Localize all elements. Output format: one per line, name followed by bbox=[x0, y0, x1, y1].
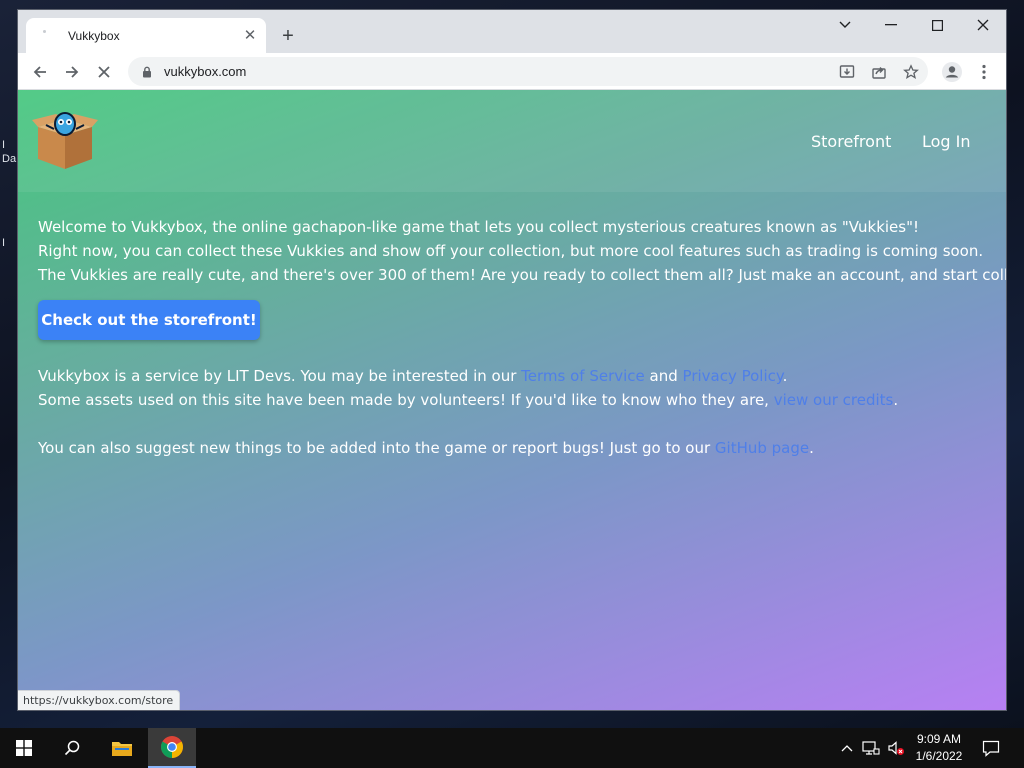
site-header: Storefront Log In bbox=[18, 90, 1006, 192]
github-link[interactable]: GitHub page bbox=[715, 439, 809, 457]
kebab-menu-icon bbox=[982, 64, 986, 80]
search-button[interactable] bbox=[48, 728, 96, 768]
terms-of-service-link[interactable]: Terms of Service bbox=[521, 367, 645, 385]
taskbar-clock[interactable]: 9:09 AM 1/6/2022 bbox=[906, 731, 972, 765]
chevron-up-icon bbox=[841, 745, 853, 752]
share-icon[interactable] bbox=[868, 61, 890, 83]
start-button[interactable] bbox=[0, 728, 48, 768]
close-icon[interactable]: ✕ bbox=[240, 26, 260, 46]
chrome-taskbar-button[interactable] bbox=[148, 728, 196, 768]
chevron-down-icon bbox=[839, 21, 851, 28]
new-tab-button[interactable]: + bbox=[277, 25, 299, 47]
link-status-bar: https://vukkybox.com/store bbox=[18, 690, 181, 710]
desktop-icon-label: I bbox=[2, 237, 6, 249]
close-icon bbox=[977, 19, 989, 31]
vukkybox-logo[interactable] bbox=[32, 111, 98, 173]
tab-title: Vukkybox bbox=[68, 28, 120, 43]
credits-line: Some assets used on this site have been … bbox=[38, 388, 998, 412]
close-icon bbox=[98, 66, 110, 78]
privacy-policy-link[interactable]: Privacy Policy bbox=[683, 367, 783, 385]
main-content: Welcome to Vukkybox, the online gachapon… bbox=[38, 215, 1006, 460]
github-line: You can also suggest new things to be ad… bbox=[38, 436, 998, 460]
page-viewport: Storefront Log In Welcome to Vukkybox, t… bbox=[18, 90, 1006, 710]
intro-line: Welcome to Vukkybox, the online gachapon… bbox=[38, 218, 920, 236]
close-window-button[interactable] bbox=[960, 10, 1006, 40]
install-app-icon[interactable] bbox=[836, 61, 858, 83]
address-bar[interactable]: vukkybox.com bbox=[128, 57, 928, 86]
profile-icon bbox=[942, 62, 962, 82]
profile-button[interactable] bbox=[938, 58, 966, 86]
credits-link[interactable]: view our credits bbox=[774, 391, 894, 409]
browser-window: Vukkybox ✕ + vukkybox.com Storefront Log… bbox=[18, 10, 1006, 710]
about-suffix: . bbox=[782, 367, 788, 385]
browser-toolbar: vukkybox.com bbox=[18, 53, 1006, 90]
desktop-icon-label: Da bbox=[2, 153, 17, 165]
notifications-button[interactable] bbox=[981, 738, 1001, 758]
about-and: and bbox=[644, 367, 683, 385]
star-icon[interactable] bbox=[900, 61, 922, 83]
intro-line: Right now, you can collect these Vukkies… bbox=[38, 242, 984, 260]
maximize-icon bbox=[931, 19, 943, 31]
tab-search-button[interactable] bbox=[822, 10, 868, 40]
intro-line: The Vukkies are really cute, and there's… bbox=[38, 266, 1006, 284]
loading-favicon-icon bbox=[40, 28, 56, 44]
credits-suffix: . bbox=[893, 391, 899, 409]
nav-storefront-link[interactable]: Storefront bbox=[811, 132, 891, 151]
show-hidden-icons-button[interactable] bbox=[837, 738, 857, 758]
about-line: Vukkybox is a service by LIT Devs. You m… bbox=[38, 364, 998, 388]
storefront-cta-button[interactable]: Check out the storefront! bbox=[38, 300, 260, 340]
github-suffix: . bbox=[809, 439, 814, 457]
lock-icon[interactable] bbox=[140, 65, 154, 79]
clock-date: 1/6/2022 bbox=[915, 749, 963, 763]
folder-icon bbox=[112, 742, 132, 756]
chat-bubble-icon bbox=[982, 740, 1000, 757]
minimize-button[interactable] bbox=[868, 10, 914, 40]
tab-strip: Vukkybox ✕ + bbox=[18, 10, 1006, 53]
windows-taskbar: 9:09 AM 1/6/2022 bbox=[0, 728, 1024, 768]
github-text: You can also suggest new things to be ad… bbox=[38, 439, 715, 457]
network-icon[interactable] bbox=[861, 738, 881, 758]
desktop-icon-label: I bbox=[2, 139, 6, 151]
stop-loading-button[interactable] bbox=[90, 58, 118, 86]
arrow-right-icon bbox=[66, 66, 79, 78]
url-text: vukkybox.com bbox=[164, 64, 247, 79]
search-icon bbox=[64, 740, 80, 756]
chrome-icon bbox=[161, 736, 183, 758]
about-text: Vukkybox is a service by LIT Devs. You m… bbox=[38, 367, 522, 385]
clock-time: 9:09 AM bbox=[916, 732, 962, 746]
maximize-button[interactable] bbox=[914, 10, 960, 40]
browser-menu-button[interactable] bbox=[970, 58, 998, 86]
volume-muted-icon[interactable] bbox=[886, 738, 906, 758]
minimize-icon bbox=[885, 24, 897, 26]
tab-vukkybox[interactable]: Vukkybox ✕ bbox=[26, 18, 266, 53]
arrow-left-icon bbox=[33, 66, 46, 78]
forward-button[interactable] bbox=[58, 58, 86, 86]
desktop-edge-labels: I Da I bbox=[0, 130, 18, 290]
windows-logo-icon bbox=[16, 740, 32, 756]
back-button[interactable] bbox=[26, 58, 54, 86]
credits-text: Some assets used on this site have been … bbox=[38, 391, 774, 409]
nav-login-link[interactable]: Log In bbox=[922, 132, 971, 151]
file-explorer-button[interactable] bbox=[98, 728, 146, 768]
